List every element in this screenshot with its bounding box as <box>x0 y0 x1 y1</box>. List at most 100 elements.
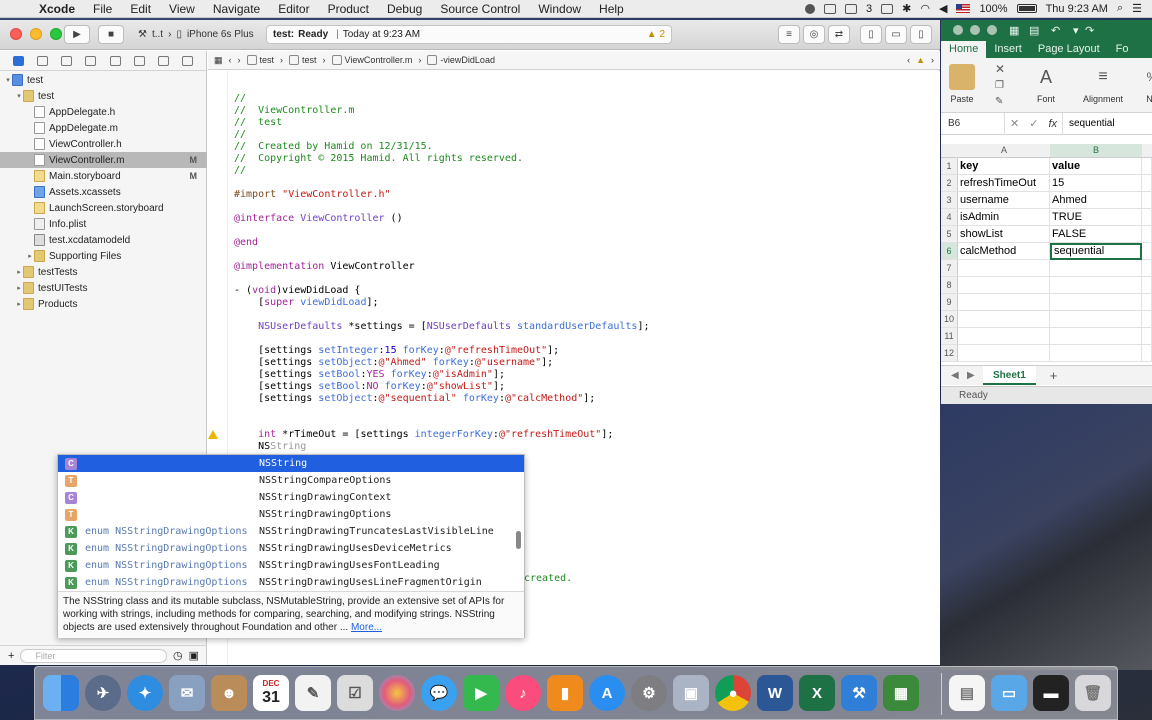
row-header[interactable]: 9 <box>941 294 958 311</box>
cell-c[interactable] <box>1142 328 1152 345</box>
table-tool-icon[interactable]: ▦ <box>883 675 919 711</box>
word-icon[interactable]: W <box>757 675 793 711</box>
code-line[interactable]: NSUserDefaults *settings = [NSUserDefaul… <box>234 321 649 333</box>
facetime-icon[interactable]: ▶ <box>463 675 499 711</box>
cell-b[interactable] <box>1050 311 1142 328</box>
navigator-item[interactable]: AppDelegate.m <box>0 120 207 136</box>
navigator-item[interactable]: test.xcdatamodeld <box>0 232 207 248</box>
calendar-icon[interactable]: DEC 31 <box>253 675 289 711</box>
cell-b[interactable] <box>1050 277 1142 294</box>
navigator-item[interactable]: ▾ test <box>0 88 207 104</box>
chrome-icon[interactable]: ● <box>715 675 751 711</box>
notification-count[interactable]: 3 <box>866 3 872 15</box>
volume-icon[interactable]: ◀ <box>939 2 947 15</box>
cell-c[interactable] <box>1142 311 1152 328</box>
navigator-item[interactable]: ▾ test <box>0 72 207 88</box>
completion-item[interactable]: C NSStringDrawingContext <box>58 489 524 506</box>
cell-a[interactable] <box>958 311 1050 328</box>
code-line[interactable]: NSString <box>234 441 306 453</box>
code-line[interactable]: // <box>234 129 246 141</box>
navigator-filter-input[interactable]: Filter <box>20 648 167 663</box>
minimize-window-icon[interactable] <box>30 28 42 40</box>
cell-b[interactable]: Ahmed <box>1050 192 1142 209</box>
navigator-item[interactable]: AppDelegate.h <box>0 104 207 120</box>
project-navigator-tab-icon[interactable] <box>12 55 24 66</box>
disclosure-triangle-icon[interactable]: ▸ <box>15 300 23 308</box>
document-icon[interactable]: ▤ <box>949 675 985 711</box>
notification-center-icon[interactable]: ☰ <box>1132 2 1142 15</box>
cell-a[interactable]: refreshTimeOut <box>958 175 1050 192</box>
zoom-window-icon[interactable] <box>987 25 997 35</box>
stop-button[interactable]: ■ <box>98 25 124 44</box>
version-editor-button[interactable]: ⇄ <box>828 25 850 44</box>
battery-icon[interactable] <box>1016 4 1037 13</box>
cell-b[interactable]: sequential <box>1050 243 1142 260</box>
itunes-icon[interactable]: ♪ <box>505 675 541 711</box>
code-line[interactable]: [settings setBool:YES forKey:@"isAdmin"]… <box>234 369 505 381</box>
cell-a[interactable]: key <box>958 158 1050 175</box>
row-header[interactable]: 10 <box>941 311 958 328</box>
messages-icon[interactable]: 💬 <box>421 675 457 711</box>
menu-window[interactable]: Window <box>529 2 590 16</box>
cell-c[interactable] <box>1142 192 1152 209</box>
xcode-icon[interactable]: ⚒ <box>841 675 877 711</box>
formula-input[interactable]: sequential <box>1063 118 1115 129</box>
menu-product[interactable]: Product <box>319 2 378 16</box>
close-window-icon[interactable] <box>953 25 963 35</box>
select-all-corner[interactable] <box>941 144 958 158</box>
symbol-navigator-tab-icon[interactable] <box>36 55 48 66</box>
prev-sheet-icon[interactable]: ◀ <box>951 370 959 381</box>
undo-dropdown-icon[interactable]: ▾ <box>1073 24 1079 37</box>
disclosure-triangle-icon[interactable]: ▾ <box>4 76 12 84</box>
jumpbar-crumb-group[interactable]: test <box>289 55 317 66</box>
tab-formulas[interactable]: Fo <box>1108 41 1137 58</box>
column-header-next[interactable] <box>1142 144 1152 158</box>
debug-navigator-tab-icon[interactable] <box>133 55 145 66</box>
related-items-icon[interactable]: ▦ <box>214 55 223 66</box>
app-store-icon[interactable]: A <box>589 675 625 711</box>
cell-a[interactable] <box>958 277 1050 294</box>
cell-b[interactable]: FALSE <box>1050 226 1142 243</box>
menu-debug[interactable]: Debug <box>378 2 431 16</box>
forward-arrow-icon[interactable]: › <box>238 55 241 65</box>
code-line[interactable]: // <box>234 165 246 177</box>
more-link[interactable]: More... <box>351 622 382 633</box>
disclosure-triangle-icon[interactable]: ▸ <box>15 268 23 276</box>
cell-b[interactable]: value <box>1050 158 1142 175</box>
find-navigator-tab-icon[interactable] <box>61 55 73 66</box>
row-header[interactable]: 2 <box>941 175 958 192</box>
cell-a[interactable] <box>958 294 1050 311</box>
navigator-item[interactable]: ▸ Supporting Files <box>0 248 207 264</box>
toggle-navigator-button[interactable]: ▯ <box>860 25 882 44</box>
notes-icon[interactable]: ✎ <box>295 675 331 711</box>
previous-issue-icon[interactable]: ‹ <box>907 55 910 65</box>
row-header[interactable]: 4 <box>941 209 958 226</box>
code-line[interactable]: [settings setInteger:15 forKey:@"refresh… <box>234 345 559 357</box>
menu-view[interactable]: View <box>160 2 204 16</box>
column-header[interactable]: B <box>1050 144 1142 158</box>
messages-icon[interactable] <box>845 3 858 14</box>
navigator-item[interactable]: Info.plist <box>0 216 207 232</box>
code-line[interactable]: int *rTimeOut = [settings integerForKey:… <box>234 429 613 441</box>
photos-icon[interactable] <box>379 675 415 711</box>
navigator-item[interactable]: ViewController.m M <box>0 152 207 168</box>
menu-edit[interactable]: Edit <box>121 2 160 16</box>
code-line[interactable]: // Copyright © 2015 Hamid. All rights re… <box>234 153 523 165</box>
cell-a[interactable] <box>958 260 1050 277</box>
mail-icon[interactable]: ✉ <box>169 675 205 711</box>
display-icon[interactable] <box>824 3 837 14</box>
completion-item[interactable]: T NSStringCompareOptions <box>58 472 524 489</box>
cell-a[interactable]: calcMethod <box>958 243 1050 260</box>
tab-insert[interactable]: Insert <box>986 41 1030 58</box>
menu-editor[interactable]: Editor <box>269 2 318 16</box>
downloads-folder-icon[interactable]: ▭ <box>991 675 1027 711</box>
navigator-item[interactable]: LaunchScreen.storyboard <box>0 200 207 216</box>
next-sheet-icon[interactable]: ▶ <box>967 370 975 381</box>
completion-scrollbar[interactable] <box>516 531 521 549</box>
cell-c[interactable] <box>1142 209 1152 226</box>
code-line[interactable]: [settings setObject:@"sequential" forKey… <box>234 393 595 405</box>
preview-icon[interactable]: ▣ <box>673 675 709 711</box>
safari-icon[interactable]: ✦ <box>127 675 163 711</box>
terminal-icon[interactable]: ▬ <box>1033 675 1069 711</box>
completion-item[interactable]: T NSStringDrawingOptions <box>58 506 524 523</box>
